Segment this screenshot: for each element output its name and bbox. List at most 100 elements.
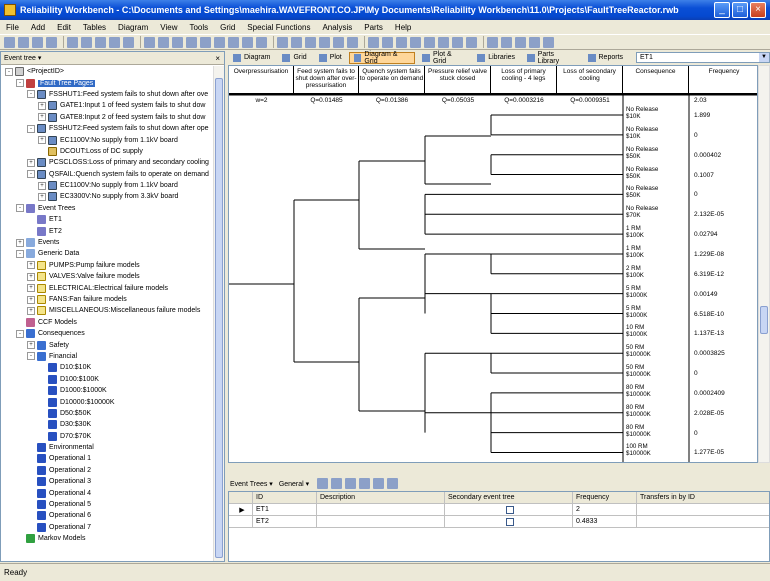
tree-item[interactable]: ET2: [1, 225, 213, 236]
tree-item[interactable]: + PUMPS:Pump failure models: [1, 260, 213, 271]
transfer-icon[interactable]: [123, 36, 134, 48]
tree-item[interactable]: D1000:$1000K: [1, 385, 213, 396]
tree-item[interactable]: Operational 3: [1, 476, 213, 487]
tree-item[interactable]: Operational 5: [1, 499, 213, 510]
cell-description[interactable]: [317, 504, 445, 515]
tree-item[interactable]: Environmental: [1, 442, 213, 453]
tree-item[interactable]: - FSSHUT1:Feed system fails to shut down …: [1, 89, 213, 100]
collapse-icon[interactable]: -: [16, 79, 24, 88]
page-icon[interactable]: [214, 36, 225, 48]
tree-add-icon[interactable]: [172, 36, 183, 48]
menu-analysis[interactable]: Analysis: [322, 23, 352, 32]
column-header-id[interactable]: ID: [253, 492, 317, 503]
expand-icon[interactable]: +: [27, 341, 35, 350]
secondary-checkbox[interactable]: [506, 517, 514, 526]
row-selector[interactable]: [229, 516, 253, 527]
grid-edit-icon[interactable]: [317, 478, 329, 489]
text-icon[interactable]: [81, 36, 92, 48]
copy2-icon[interactable]: [291, 36, 302, 48]
tree-item[interactable]: Operational 6: [1, 510, 213, 521]
menu-view[interactable]: View: [160, 23, 177, 32]
tab-grid[interactable]: Grid: [277, 52, 311, 64]
expand-icon[interactable]: +: [27, 284, 35, 293]
menu-tools[interactable]: Tools: [189, 23, 208, 32]
tab-parts-library[interactable]: Parts Library: [522, 51, 580, 65]
tab-diagram-grid[interactable]: Diagram & Grid: [348, 51, 416, 65]
close-icon[interactable]: ×: [215, 54, 220, 63]
tab-diagram[interactable]: Diagram: [228, 52, 275, 64]
tree-item[interactable]: + MISCELLANEOUS:Miscellaneous failure mod…: [1, 305, 213, 316]
menu-add[interactable]: Add: [31, 23, 45, 32]
expand-icon[interactable]: +: [27, 306, 35, 315]
tree-item[interactable]: D10000:$10000K: [1, 396, 213, 407]
open-icon[interactable]: [18, 36, 29, 48]
table-row[interactable]: ▶ ET1 2: [229, 504, 769, 516]
binoculars-icon[interactable]: [410, 36, 421, 48]
tree-item[interactable]: + FANS:Fan failure models: [1, 294, 213, 305]
grid-sort-icon[interactable]: [373, 478, 385, 489]
tree-item[interactable]: + GATE8:Input 2 of feed system fails to s…: [1, 112, 213, 123]
undo-icon[interactable]: [333, 36, 344, 48]
expand-icon[interactable]: +: [38, 192, 46, 201]
expand-icon[interactable]: +: [27, 158, 35, 167]
tree-item[interactable]: + Events: [1, 237, 213, 248]
grid-filter-icon[interactable]: [331, 478, 343, 489]
collapse-icon[interactable]: -: [27, 124, 35, 133]
gate-icon[interactable]: [95, 36, 106, 48]
cell-secondary[interactable]: [445, 504, 573, 515]
tree-item[interactable]: - QSFAIL:Quench system fails to operate o…: [1, 169, 213, 180]
cell-frequency[interactable]: 2: [573, 504, 637, 515]
tree-item[interactable]: Markov Models: [1, 533, 213, 544]
menu-help[interactable]: Help: [395, 23, 411, 32]
tree-item[interactable]: D30:$30K: [1, 419, 213, 430]
edit-icon[interactable]: [67, 36, 78, 48]
grid-find-icon[interactable]: [387, 478, 399, 489]
tree-item[interactable]: + EC3300V:No supply from 3.3kV board: [1, 191, 213, 202]
tree-item[interactable]: + EC1100V:No supply from 1.1kV board: [1, 134, 213, 145]
tree-item[interactable]: - Financial: [1, 351, 213, 362]
event-tree-diagram[interactable]: Overpressurisation Feed system fails to …: [228, 65, 758, 463]
scissors-icon[interactable]: [277, 36, 288, 48]
minimize-button[interactable]: _: [714, 2, 730, 18]
column-header-frequency[interactable]: Frequency: [573, 492, 637, 503]
tree-item[interactable]: D50:$50K: [1, 408, 213, 419]
tree-item[interactable]: - <ProjectID>: [1, 66, 213, 77]
tree-branch-icon[interactable]: [158, 36, 169, 48]
chevron-down-icon[interactable]: ▼: [759, 53, 769, 62]
cell-description[interactable]: [317, 516, 445, 527]
paste-icon[interactable]: [256, 36, 267, 48]
panel-dropdown-icon[interactable]: ▾: [36, 54, 42, 62]
expand-icon[interactable]: +: [38, 136, 46, 145]
cut-icon[interactable]: [228, 36, 239, 48]
table-icon[interactable]: [452, 36, 463, 48]
cell-transfers[interactable]: [637, 504, 769, 515]
tree-layout-icon[interactable]: [144, 36, 155, 48]
splitter[interactable]: [228, 464, 770, 476]
secondary-checkbox[interactable]: [506, 505, 514, 514]
menu-edit[interactable]: Edit: [57, 23, 71, 32]
menu-diagram[interactable]: Diagram: [118, 23, 148, 32]
event-tree-select[interactable]: ET1 ▼: [636, 52, 770, 63]
table-row[interactable]: ET2 0.4833: [229, 516, 769, 528]
tree-scrollbar[interactable]: [213, 66, 224, 561]
cell-id[interactable]: ET2: [253, 516, 317, 527]
redo-icon[interactable]: [347, 36, 358, 48]
tree-item[interactable]: Operational 7: [1, 522, 213, 533]
menu-special-functions[interactable]: Special Functions: [247, 23, 310, 32]
tree-item[interactable]: - Event Trees: [1, 203, 213, 214]
collapse-icon[interactable]: -: [27, 90, 35, 99]
tree-item[interactable]: ET1: [1, 214, 213, 225]
collapse-icon[interactable]: -: [5, 67, 13, 76]
expand-icon[interactable]: +: [38, 101, 46, 110]
tree-item[interactable]: - Consequences: [1, 328, 213, 339]
column-header-description[interactable]: Description: [317, 492, 445, 503]
new-icon[interactable]: [4, 36, 15, 48]
tree-item[interactable]: + VALVES:Valve failure models: [1, 271, 213, 282]
insert-icon[interactable]: [200, 36, 211, 48]
maximize-button[interactable]: □: [732, 2, 748, 18]
tree-remove-icon[interactable]: [186, 36, 197, 48]
help-icon[interactable]: [543, 36, 554, 48]
cell-secondary[interactable]: [445, 516, 573, 527]
column-header-transfers[interactable]: Transfers in by ID: [637, 492, 769, 503]
tree-item[interactable]: + EC1100V:No supply from 1.1kV board: [1, 180, 213, 191]
